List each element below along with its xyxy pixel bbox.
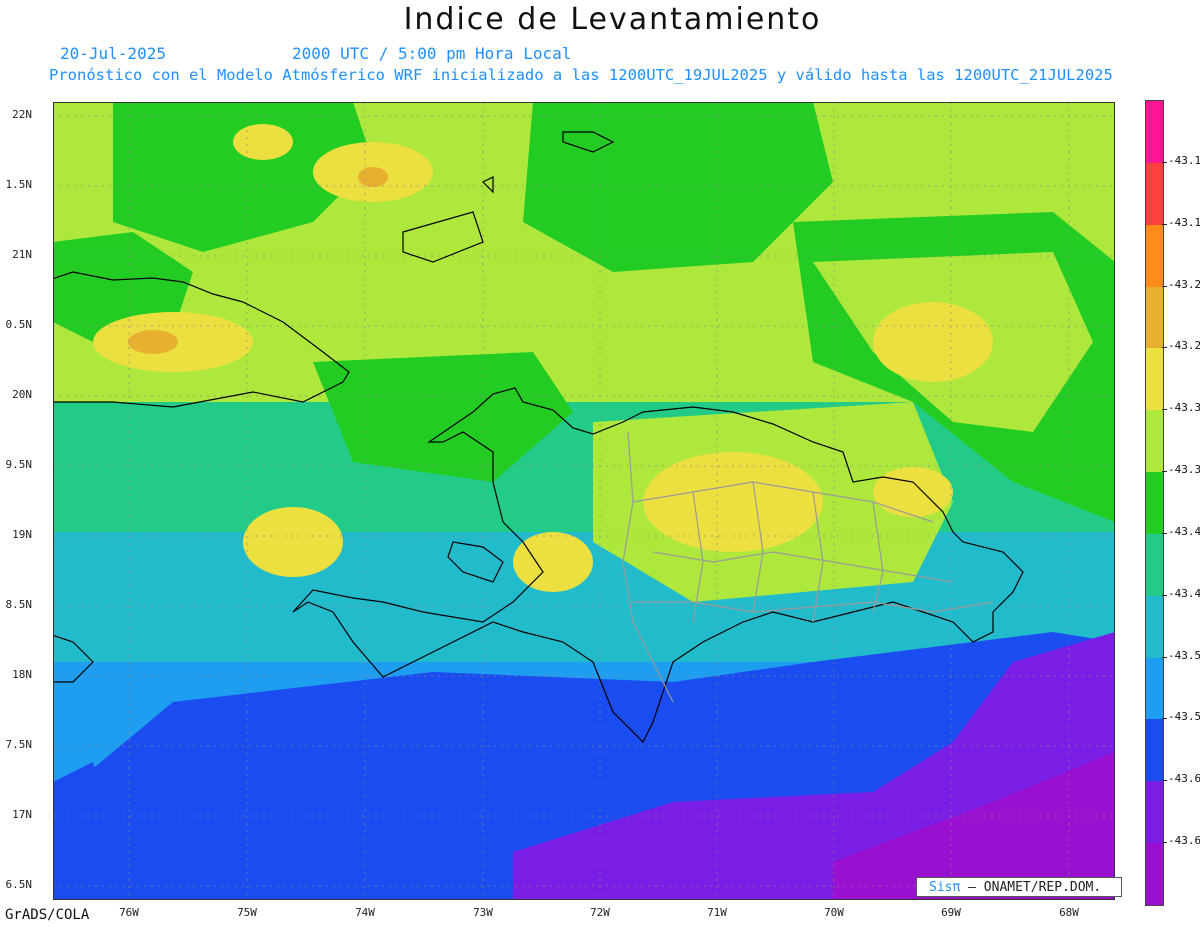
field-yellow-6 (243, 507, 343, 577)
map-canvas (53, 102, 1115, 900)
lat-label: 17N (12, 808, 32, 821)
color-bar-cell (1146, 719, 1163, 782)
lifted-index-map (53, 102, 1115, 900)
color-bar-label: -43.2 (1168, 277, 1200, 291)
color-bar-tick (1162, 532, 1167, 534)
color-bar-tick (1162, 409, 1167, 411)
lon-label: 75W (237, 906, 257, 919)
field-yellow-3 (873, 302, 993, 382)
color-bar-label: -43.4 (1168, 586, 1200, 600)
lat-label: 0.5N (5, 318, 33, 331)
brand-org: – ONAMET/REP.DOM. (968, 880, 1102, 895)
forecast-time: 2000 UTC / 5:00 pm Hora Local (292, 44, 572, 63)
color-bar-tick (1162, 223, 1167, 225)
color-bar-tick (1162, 842, 1167, 844)
lon-label: 76W (119, 906, 139, 919)
lat-label: 1.5N (5, 178, 33, 191)
brand-name: Sisπ (929, 880, 961, 895)
color-bar-cell (1146, 410, 1163, 473)
color-bar-tick (1162, 161, 1167, 163)
color-bar-tick (1162, 594, 1167, 596)
color-bar-label: -43.5 (1168, 710, 1200, 724)
color-bar-label: -43.3 (1168, 401, 1200, 415)
lat-label: 19N (12, 528, 32, 541)
color-bar-tick (1162, 285, 1167, 287)
lon-label: 68W (1059, 906, 1079, 919)
color-bar-cell (1146, 286, 1163, 349)
lon-label: 72W (590, 906, 610, 919)
color-bar-tick (1162, 780, 1167, 782)
lat-label: 9.5N (5, 458, 33, 471)
color-bar-tick (1162, 471, 1167, 473)
field-yellow-8 (233, 124, 293, 160)
lat-label: 8.5N (5, 598, 33, 611)
lat-label: 18N (12, 668, 32, 681)
color-bar-cell (1146, 224, 1163, 288)
color-bar-label: -43.2 (1168, 339, 1200, 353)
lon-label: 73W (473, 906, 493, 919)
lat-label: 21N (12, 248, 32, 261)
color-bar-cell (1146, 101, 1163, 164)
color-bar-label: -43.5 (1168, 648, 1200, 662)
color-bar-cell (1146, 472, 1163, 535)
color-bar-label: -43.1 (1168, 153, 1200, 167)
lon-label: 69W (941, 906, 961, 919)
color-bar-cell (1146, 162, 1163, 226)
lat-label: 22N (12, 108, 32, 121)
color-bar-cell (1146, 595, 1163, 659)
color-bar (1145, 100, 1164, 906)
color-bar-tick (1162, 656, 1167, 658)
lon-label: 71W (707, 906, 727, 919)
color-bar-label: -43.6 (1168, 834, 1200, 848)
color-bar-cell (1146, 843, 1163, 906)
color-bar-label: -43.3 (1168, 463, 1200, 477)
color-bar-tick (1162, 347, 1167, 349)
forecast-description: Pronóstico con el Modelo Atmósferico WRF… (49, 66, 1113, 84)
color-bar-label: -43.4 (1168, 524, 1200, 538)
field-yellow-5 (513, 532, 593, 592)
lat-label: 6.5N (5, 878, 33, 891)
lat-label: 20N (12, 388, 32, 401)
forecast-date: 20-Jul-2025 (60, 44, 166, 63)
color-bar-cell (1146, 533, 1163, 597)
field-yellow-4 (643, 452, 823, 552)
lon-label: 70W (824, 906, 844, 919)
brand-box: Sisπ – ONAMET/REP.DOM. (916, 877, 1122, 897)
field-orange-1 (128, 330, 178, 354)
lat-label: 7.5N (5, 738, 33, 751)
color-bar-cell (1146, 348, 1163, 411)
color-bar-cell (1146, 781, 1163, 844)
color-bar-tick (1162, 718, 1167, 720)
color-bar-label: -43.6 (1168, 772, 1200, 786)
field-orange-2 (358, 167, 388, 187)
color-bar-cell (1146, 657, 1163, 720)
map-title: Indice de Levantamiento (403, 2, 822, 37)
grads-credit: GrADS/COLA (5, 907, 90, 923)
color-bar-label: -43.1 (1168, 215, 1200, 229)
lon-label: 74W (355, 906, 375, 919)
